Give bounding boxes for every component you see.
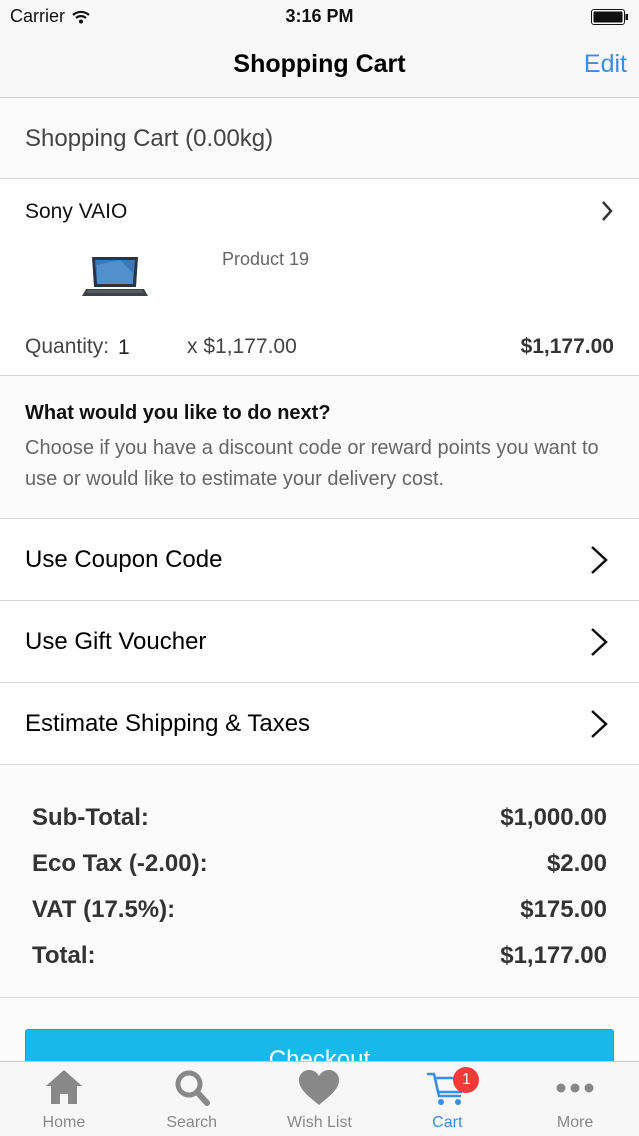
quantity-label: Quantity: [25,335,110,358]
product-model: Product 19 [222,249,310,269]
vat-row: VAT (17.5%): $175.00 [32,887,607,933]
total-value: $1,000.00 [500,804,607,831]
status-time: 3:16 PM [285,6,354,26]
quantity-value[interactable]: 1 [118,336,130,360]
heart-icon [299,1070,340,1105]
unit-price: x $1,177.00 [187,335,297,358]
use-gift-voucher-row[interactable]: Use Gift Voucher [0,601,639,683]
tab-bar: Home Search Wish List 1 Cart More [0,1061,639,1136]
total-label: VAT (17.5%): [32,896,176,923]
chevron-right-icon [591,710,608,738]
tab-label: Home [42,1114,86,1131]
tab-label: Wish List [287,1114,352,1131]
eco-tax-row: Eco Tax (-2.00): $2.00 [32,841,607,887]
total-value: $1,177.00 [500,942,607,969]
search-icon [175,1070,210,1106]
estimate-shipping-taxes-row[interactable]: Estimate Shipping & Taxes [0,683,639,765]
edit-button[interactable]: Edit [584,50,627,79]
status-bar: Carrier 3:16 PM [0,0,639,34]
navigation-bar: Shopping Cart Edit [0,34,639,98]
battery-icon [591,9,628,25]
more-icon [556,1083,594,1093]
checkout-button[interactable]: Checkout [25,1029,614,1061]
tab-search[interactable]: Search [128,1062,256,1136]
option-label: Estimate Shipping & Taxes [25,710,311,737]
tab-cart[interactable]: 1 Cart [383,1062,511,1136]
option-label: Use Coupon Code [25,546,223,573]
tab-label: Search [166,1114,218,1131]
chevron-right-icon [591,546,608,574]
page-title: Shopping Cart [233,50,406,78]
next-steps-section: What would you like to do next? Choose i… [0,376,639,519]
next-steps-title: What would you like to do next? [25,402,331,424]
grand-total-row: Total: $1,177.00 [32,933,607,979]
order-totals: Sub-Total: $1,000.00 Eco Tax (-2.00): $2… [0,765,639,998]
cart-product-row[interactable]: Sony VAIO Product 19 Quantity: 1 x $1,17… [0,179,639,376]
total-value: $2.00 [546,850,607,877]
tab-wish-list[interactable]: Wish List [256,1062,384,1136]
home-icon [45,1070,82,1104]
cart-header: Shopping Cart (0.00kg) [0,98,639,179]
chevron-right-icon [602,201,613,221]
total-label: Eco Tax (-2.00): [32,850,208,877]
tab-home[interactable]: Home [0,1062,128,1136]
product-name: Sony VAIO [25,200,128,223]
option-label: Use Gift Voucher [25,628,207,655]
tab-label: Cart [432,1114,463,1131]
line-total: $1,177.00 [520,335,614,358]
cart-badge: 1 [453,1067,480,1093]
laptop-icon [82,257,148,296]
tab-more[interactable]: More [511,1062,639,1136]
total-label: Total: [32,942,96,969]
subtotal-row: Sub-Total: $1,000.00 [32,795,607,841]
tab-label: More [556,1114,594,1131]
use-coupon-code-row[interactable]: Use Coupon Code [0,519,639,601]
total-label: Sub-Total: [32,804,149,831]
total-value: $175.00 [520,896,607,923]
checkout-area: Checkout [0,998,639,1061]
next-steps-description: Choose if you have a discount code or re… [25,437,599,490]
chevron-right-icon [591,628,608,656]
cart-content[interactable]: Shopping Cart (0.00kg) Sony VAIO Product… [0,98,639,1061]
